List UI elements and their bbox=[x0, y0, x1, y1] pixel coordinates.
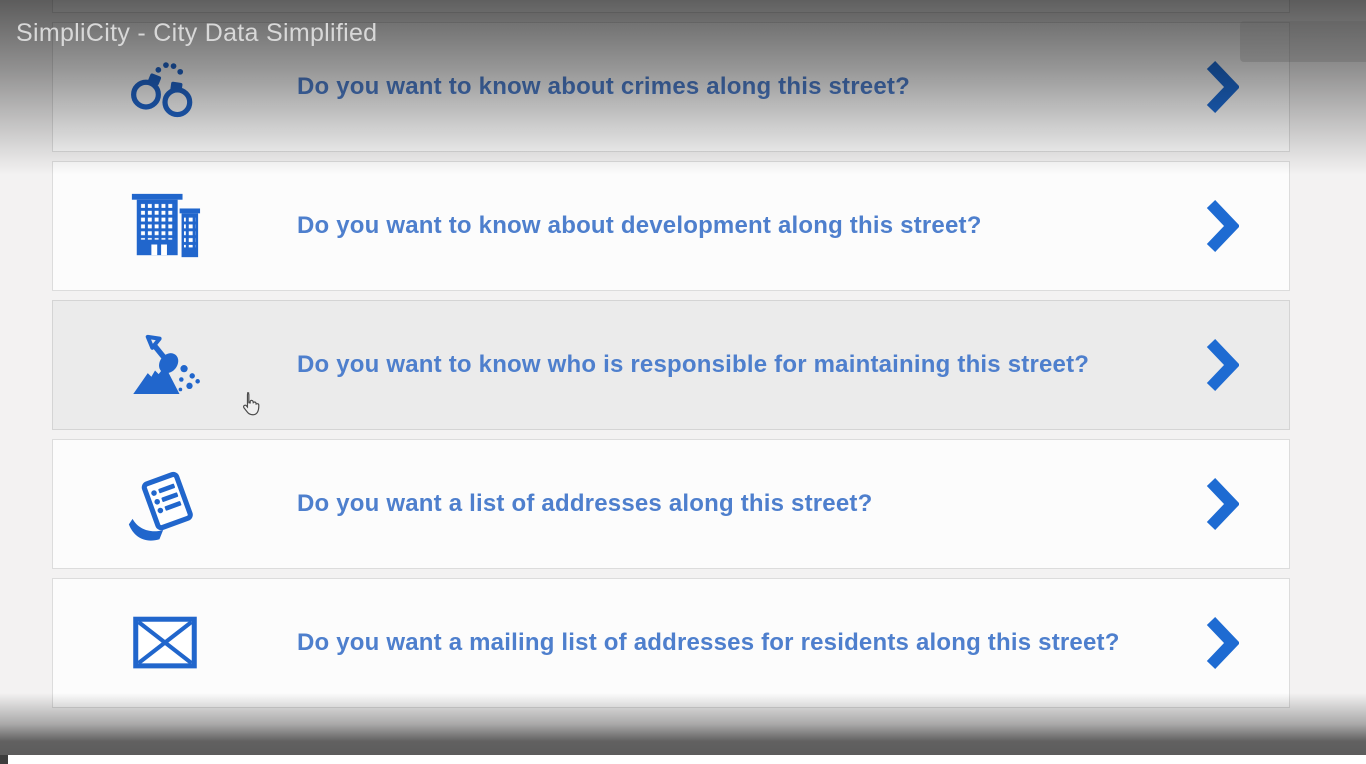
top-right-blur-pill bbox=[1240, 21, 1366, 62]
envelope-icon bbox=[123, 601, 207, 685]
bottom-left-notch bbox=[0, 755, 8, 764]
question-text: Do you want to know about development al… bbox=[297, 212, 982, 239]
question-text: Do you want a list of addresses along th… bbox=[297, 490, 873, 517]
question-text: Do you want to know about crimes along t… bbox=[297, 73, 910, 100]
chevron-right-icon[interactable] bbox=[1203, 478, 1239, 530]
building-icon bbox=[123, 184, 207, 268]
chevron-right-icon[interactable] bbox=[1203, 617, 1239, 669]
question-card-mailing-list[interactable]: Do you want a mailing list of addresses … bbox=[52, 578, 1290, 708]
question-card-development[interactable]: Do you want to know about development al… bbox=[52, 161, 1290, 291]
question-card-address-list[interactable]: Do you want a list of addresses along th… bbox=[52, 439, 1290, 569]
chevron-right-icon[interactable] bbox=[1203, 200, 1239, 252]
bottom-white-strip bbox=[0, 755, 1366, 764]
video-title: SimpliCity - City Data Simplified bbox=[16, 19, 378, 47]
handcuffs-icon bbox=[123, 45, 207, 129]
list-icon bbox=[123, 462, 207, 546]
question-text: Do you want a mailing list of addresses … bbox=[297, 629, 1120, 656]
question-text: Do you want to know who is responsible f… bbox=[297, 351, 1090, 378]
chevron-right-icon[interactable] bbox=[1203, 339, 1239, 391]
shovel-icon bbox=[123, 323, 207, 407]
chevron-right-icon[interactable] bbox=[1203, 61, 1239, 113]
question-card-list: Do you want to know about crimes along t… bbox=[52, 0, 1290, 717]
question-card-partial-top[interactable] bbox=[52, 0, 1290, 13]
question-card-maintenance[interactable]: Do you want to know who is responsible f… bbox=[52, 300, 1290, 430]
page: Do you want to know about crimes along t… bbox=[0, 0, 1366, 764]
